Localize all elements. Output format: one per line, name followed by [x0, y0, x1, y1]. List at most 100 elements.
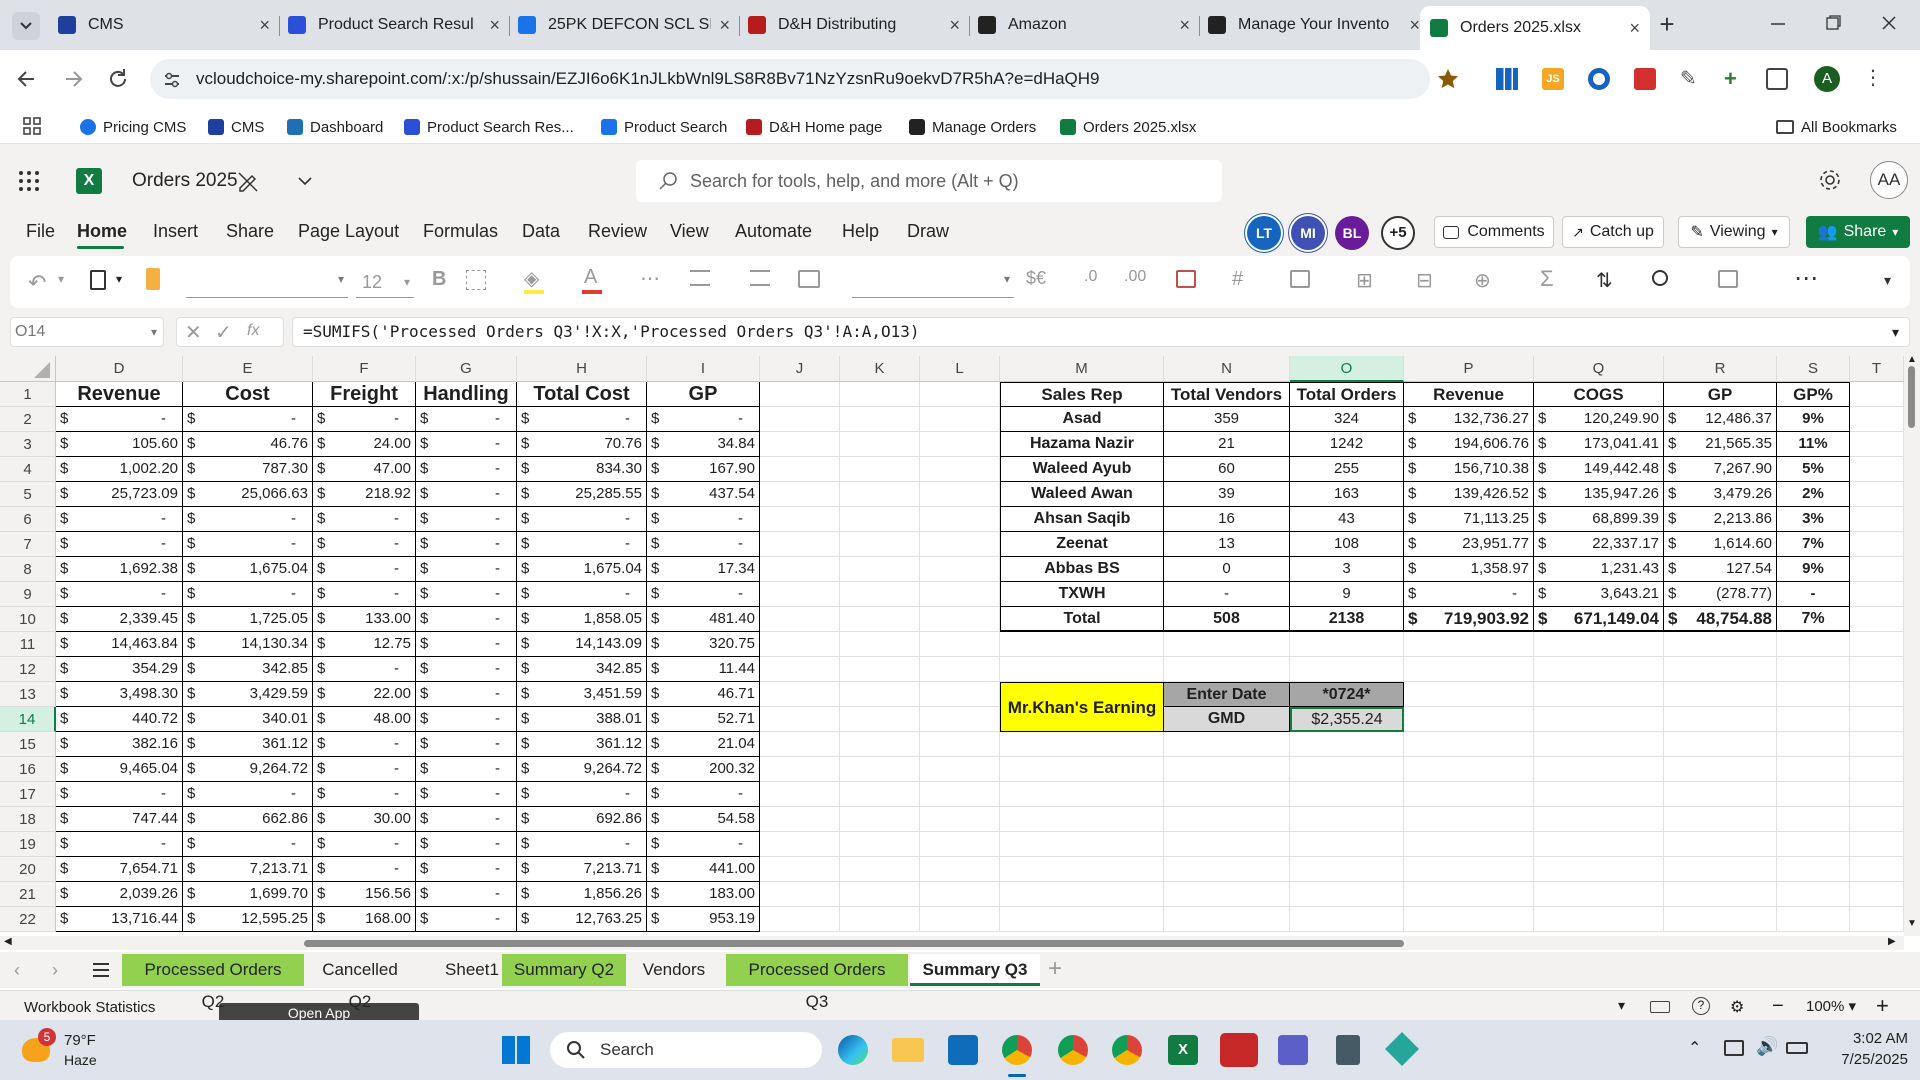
number-format-dropdown[interactable]: ▾: [852, 266, 1014, 298]
sheet-tab-processed-orders-q3[interactable]: Processed Orders Q3: [726, 954, 908, 1011]
table-cell[interactable]: $70.76: [517, 432, 647, 457]
extension-pdf-icon[interactable]: [1634, 68, 1656, 90]
outlook-icon[interactable]: [948, 1035, 978, 1065]
table-cell[interactable]: $481.40: [647, 607, 760, 632]
table-cell[interactable]: $11.44: [647, 657, 760, 682]
empty-cell[interactable]: [1290, 882, 1404, 907]
gmd-value-selected-cell[interactable]: $2,355.24: [1290, 707, 1404, 732]
summary-header-cell[interactable]: GP: [1664, 382, 1777, 407]
empty-cell[interactable]: [1534, 682, 1664, 707]
scroll-thumb-horizontal[interactable]: [304, 940, 1404, 947]
cell-styles-icon[interactable]: [1290, 270, 1310, 288]
add-ins-icon[interactable]: [1718, 270, 1738, 288]
empty-cell[interactable]: [1850, 707, 1904, 732]
summary-cell[interactable]: 324: [1290, 407, 1404, 432]
all-sheets-menu-icon[interactable]: [92, 962, 110, 978]
insert-function-icon[interactable]: fx: [247, 322, 259, 340]
empty-cell[interactable]: [1404, 657, 1534, 682]
table-cell[interactable]: $7,213.71: [183, 857, 313, 882]
merge-icon[interactable]: [798, 270, 820, 288]
table-cell[interactable]: $ -: [416, 707, 517, 732]
table-cell[interactable]: $ -: [647, 507, 760, 532]
row-header-15[interactable]: 15: [0, 732, 56, 757]
table-cell[interactable]: $1,725.05: [183, 607, 313, 632]
add-sheet-button[interactable]: +: [1048, 955, 1062, 983]
empty-cell[interactable]: [1850, 482, 1904, 507]
menu-file[interactable]: File: [26, 221, 55, 242]
empty-cell[interactable]: [1164, 757, 1290, 782]
empty-cell[interactable]: [1000, 732, 1164, 757]
empty-cell[interactable]: [1000, 632, 1164, 657]
select-all-corner[interactable]: [0, 356, 56, 382]
empty-cell[interactable]: [1290, 732, 1404, 757]
summary-cell[interactable]: 359: [1164, 407, 1290, 432]
undo-icon[interactable]: ↶: [28, 270, 46, 296]
empty-cell[interactable]: [840, 707, 920, 732]
empty-cell[interactable]: [1777, 732, 1850, 757]
title-dropdown-icon[interactable]: [298, 176, 312, 186]
wrap-text-icon[interactable]: [750, 270, 770, 286]
empty-cell[interactable]: [920, 482, 1000, 507]
empty-cell[interactable]: [1850, 657, 1904, 682]
table-cell[interactable]: $12.75: [313, 632, 416, 657]
empty-cell[interactable]: [1164, 657, 1290, 682]
settings-gear-icon[interactable]: [1818, 168, 1842, 192]
table-cell[interactable]: $ -: [183, 507, 313, 532]
browser-tab-6[interactable]: Manage Your Invento ×: [1200, 8, 1430, 42]
summary-cell[interactable]: 108: [1290, 532, 1404, 557]
collaborator-avatar[interactable]: MI: [1291, 216, 1325, 250]
table-cell[interactable]: $340.01: [183, 707, 313, 732]
empty-cell[interactable]: [840, 782, 920, 807]
summary-cell[interactable]: $3,479.26: [1664, 482, 1777, 507]
empty-cell[interactable]: [760, 557, 840, 582]
empty-cell[interactable]: [1000, 882, 1164, 907]
summary-header-cell[interactable]: COGS: [1534, 382, 1664, 407]
summary-cell[interactable]: 7%: [1777, 532, 1850, 557]
empty-cell[interactable]: [1164, 732, 1290, 757]
empty-cell[interactable]: [1534, 657, 1664, 682]
browser-tab-1[interactable]: CMS ×: [50, 8, 280, 42]
more-collaborators[interactable]: +5: [1381, 216, 1415, 250]
empty-cell[interactable]: [1164, 832, 1290, 857]
empty-cell[interactable]: [1404, 807, 1534, 832]
row-header-12[interactable]: 12: [0, 657, 56, 682]
close-tab-icon[interactable]: ×: [489, 15, 500, 36]
row-header-18[interactable]: 18: [0, 807, 56, 832]
summary-cell[interactable]: 3%: [1777, 507, 1850, 532]
empty-cell[interactable]: [1404, 732, 1534, 757]
sales-rep-name[interactable]: Zeenat: [1000, 532, 1164, 557]
bookmark-5[interactable]: Product Search: [601, 116, 727, 138]
empty-cell[interactable]: [1850, 457, 1904, 482]
table-cell[interactable]: $30.00: [313, 807, 416, 832]
table-cell[interactable]: $7,654.71: [56, 857, 183, 882]
table-cell[interactable]: $1,699.70: [183, 882, 313, 907]
empty-cell[interactable]: [1164, 907, 1290, 932]
empty-cell[interactable]: [760, 382, 840, 407]
row-header-2[interactable]: 2: [0, 407, 56, 432]
summary-cell[interactable]: $156,710.38: [1404, 457, 1534, 482]
bookmark-7[interactable]: Manage Orders: [909, 116, 1036, 138]
column-header-N[interactable]: N: [1164, 356, 1290, 382]
empty-cell[interactable]: [1777, 657, 1850, 682]
empty-cell[interactable]: [760, 532, 840, 557]
summary-cell[interactable]: 9%: [1777, 557, 1850, 582]
spreadsheet-grid[interactable]: D E F G H I J K L M N O P Q R S T 1 2 3 4 5 6 7 8 9 10 11 12 13 14 15 16…: [0, 356, 1910, 936]
summary-header-cell[interactable]: Total Vendors: [1164, 382, 1290, 407]
horizontal-scrollbar[interactable]: ◀ ▶: [0, 936, 1904, 950]
empty-cell[interactable]: [1850, 432, 1904, 457]
empty-cell[interactable]: [840, 407, 920, 432]
table-cell[interactable]: $953.19: [647, 907, 760, 932]
summary-cell[interactable]: $2,213.86: [1664, 507, 1777, 532]
table-cell[interactable]: $9,465.04: [56, 757, 183, 782]
summary-cell[interactable]: $23,951.77: [1404, 532, 1534, 557]
sheet-tab-summary-q2[interactable]: Summary Q2: [502, 954, 626, 986]
empty-cell[interactable]: [1290, 807, 1404, 832]
empty-cell[interactable]: [1000, 657, 1164, 682]
empty-cell[interactable]: [1850, 607, 1904, 632]
table-cell[interactable]: $ -: [416, 407, 517, 432]
empty-cell[interactable]: [920, 782, 1000, 807]
table-cell[interactable]: $12,763.25: [517, 907, 647, 932]
empty-cell[interactable]: [1290, 757, 1404, 782]
empty-cell[interactable]: [1290, 782, 1404, 807]
column-header-H[interactable]: H: [517, 356, 647, 382]
